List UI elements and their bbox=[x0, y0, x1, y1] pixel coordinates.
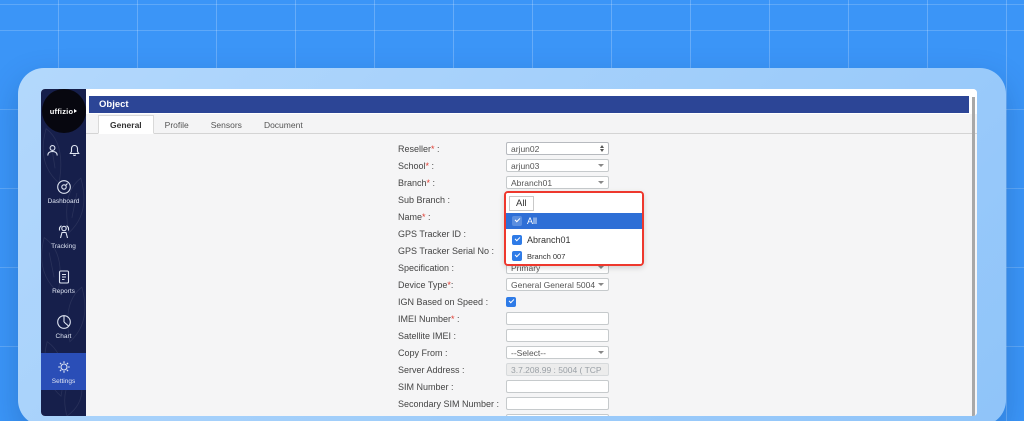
chevron-down-icon bbox=[598, 266, 604, 269]
chevron-down-icon bbox=[598, 181, 604, 184]
tab-general[interactable]: General bbox=[98, 115, 154, 134]
reports-icon bbox=[56, 269, 72, 285]
chart-icon bbox=[56, 314, 72, 330]
check-icon bbox=[514, 217, 520, 223]
sim-number-input[interactable] bbox=[506, 380, 609, 393]
satellite-imei-input[interactable] bbox=[506, 329, 609, 342]
form-row-school: School* : arjun03 bbox=[86, 157, 977, 174]
option-checkbox[interactable] bbox=[512, 251, 522, 261]
dropdown-option-all[interactable]: All bbox=[506, 213, 642, 229]
sidebar-item-reports[interactable]: Reports bbox=[41, 263, 86, 300]
option-checkbox[interactable] bbox=[512, 235, 522, 245]
form-row-ign-based-on-speed: IGN Based on Speed : bbox=[86, 293, 977, 310]
form-row-secondary-sim-number: Secondary SIM Number : bbox=[86, 395, 977, 412]
tab-sensors[interactable]: Sensors bbox=[200, 115, 253, 134]
sub-branch-filter-value[interactable]: All bbox=[509, 196, 534, 211]
form-row-copy-from: Copy From : --Select-- bbox=[86, 344, 977, 361]
sub-branch-filter[interactable]: All bbox=[506, 193, 642, 213]
check-icon bbox=[514, 252, 520, 258]
bell-icon[interactable] bbox=[68, 144, 81, 157]
user-icon[interactable] bbox=[46, 144, 59, 157]
sidebar-item-tracking[interactable]: Tracking bbox=[41, 218, 86, 255]
form-row-sim-number: SIM Number : bbox=[86, 378, 977, 395]
vertical-scrollbar[interactable] bbox=[972, 97, 975, 416]
uffizio-logo: uffizio bbox=[42, 89, 86, 133]
tracking-icon bbox=[56, 224, 72, 240]
dropdown-option-branch-007[interactable]: Branch 007 bbox=[506, 248, 642, 264]
chevron-down-icon bbox=[598, 164, 604, 167]
secondary-sim-number-input[interactable] bbox=[506, 397, 609, 410]
form-row-imei-number: IMEI Number* : bbox=[86, 310, 977, 327]
tab-profile[interactable]: Profile bbox=[154, 115, 200, 134]
server-address-input bbox=[506, 363, 609, 376]
check-icon bbox=[514, 236, 520, 242]
sub-branch-dropdown-annotated[interactable]: All All Abranch01 Branch 007 bbox=[504, 191, 644, 266]
dashboard-icon bbox=[56, 179, 72, 195]
device-type-select[interactable]: General General 5004 bbox=[506, 278, 609, 291]
form-row-satellite-imei: Satellite IMEI : bbox=[86, 327, 977, 344]
form-row-branch: Branch* : Abranch01 bbox=[86, 174, 977, 191]
form-row-server-address: Server Address : bbox=[86, 361, 977, 378]
settings-gear-icon bbox=[56, 359, 72, 375]
app-window: uffizio Dashboard bbox=[18, 68, 1006, 421]
object-group-select[interactable]: Select... bbox=[506, 414, 609, 416]
form-row-reseller: Reseller* : arjun02 bbox=[86, 140, 977, 157]
tab-bar: General Profile Sensors Document bbox=[86, 114, 977, 134]
tab-document[interactable]: Document bbox=[253, 115, 314, 134]
updown-icon bbox=[600, 145, 604, 152]
chevron-down-icon bbox=[598, 283, 604, 286]
sidebar-item-settings[interactable]: Settings bbox=[41, 353, 86, 390]
logo-arrow-icon bbox=[74, 109, 77, 113]
school-select[interactable]: arjun03 bbox=[506, 159, 609, 172]
sidebar-item-chart[interactable]: Chart bbox=[41, 308, 86, 345]
sidebar: uffizio Dashboard bbox=[41, 89, 86, 416]
form-row-device-type: Device Type*: General General 5004 bbox=[86, 276, 977, 293]
branch-select[interactable]: Abranch01 bbox=[506, 176, 609, 189]
copy-from-select[interactable]: --Select-- bbox=[506, 346, 609, 359]
check-icon bbox=[508, 297, 514, 303]
ign-speed-checkbox[interactable] bbox=[506, 297, 516, 307]
option-checkbox[interactable] bbox=[512, 216, 522, 226]
page-title: Object bbox=[89, 96, 969, 113]
reseller-select[interactable]: arjun02 bbox=[506, 142, 609, 155]
chevron-down-icon bbox=[598, 351, 604, 354]
dropdown-option-abranch01[interactable]: Abranch01 bbox=[506, 232, 642, 248]
form-row-object-group: Object Group : Select... bbox=[86, 412, 977, 416]
imei-number-input[interactable] bbox=[506, 312, 609, 325]
main-panel: Object General Profile Sensors Document … bbox=[86, 89, 977, 416]
logo-text: uffizio bbox=[50, 107, 73, 116]
sidebar-item-dashboard[interactable]: Dashboard bbox=[41, 173, 86, 210]
form-area: Reseller* : arjun02 School* : arjun03 Br… bbox=[86, 134, 977, 416]
